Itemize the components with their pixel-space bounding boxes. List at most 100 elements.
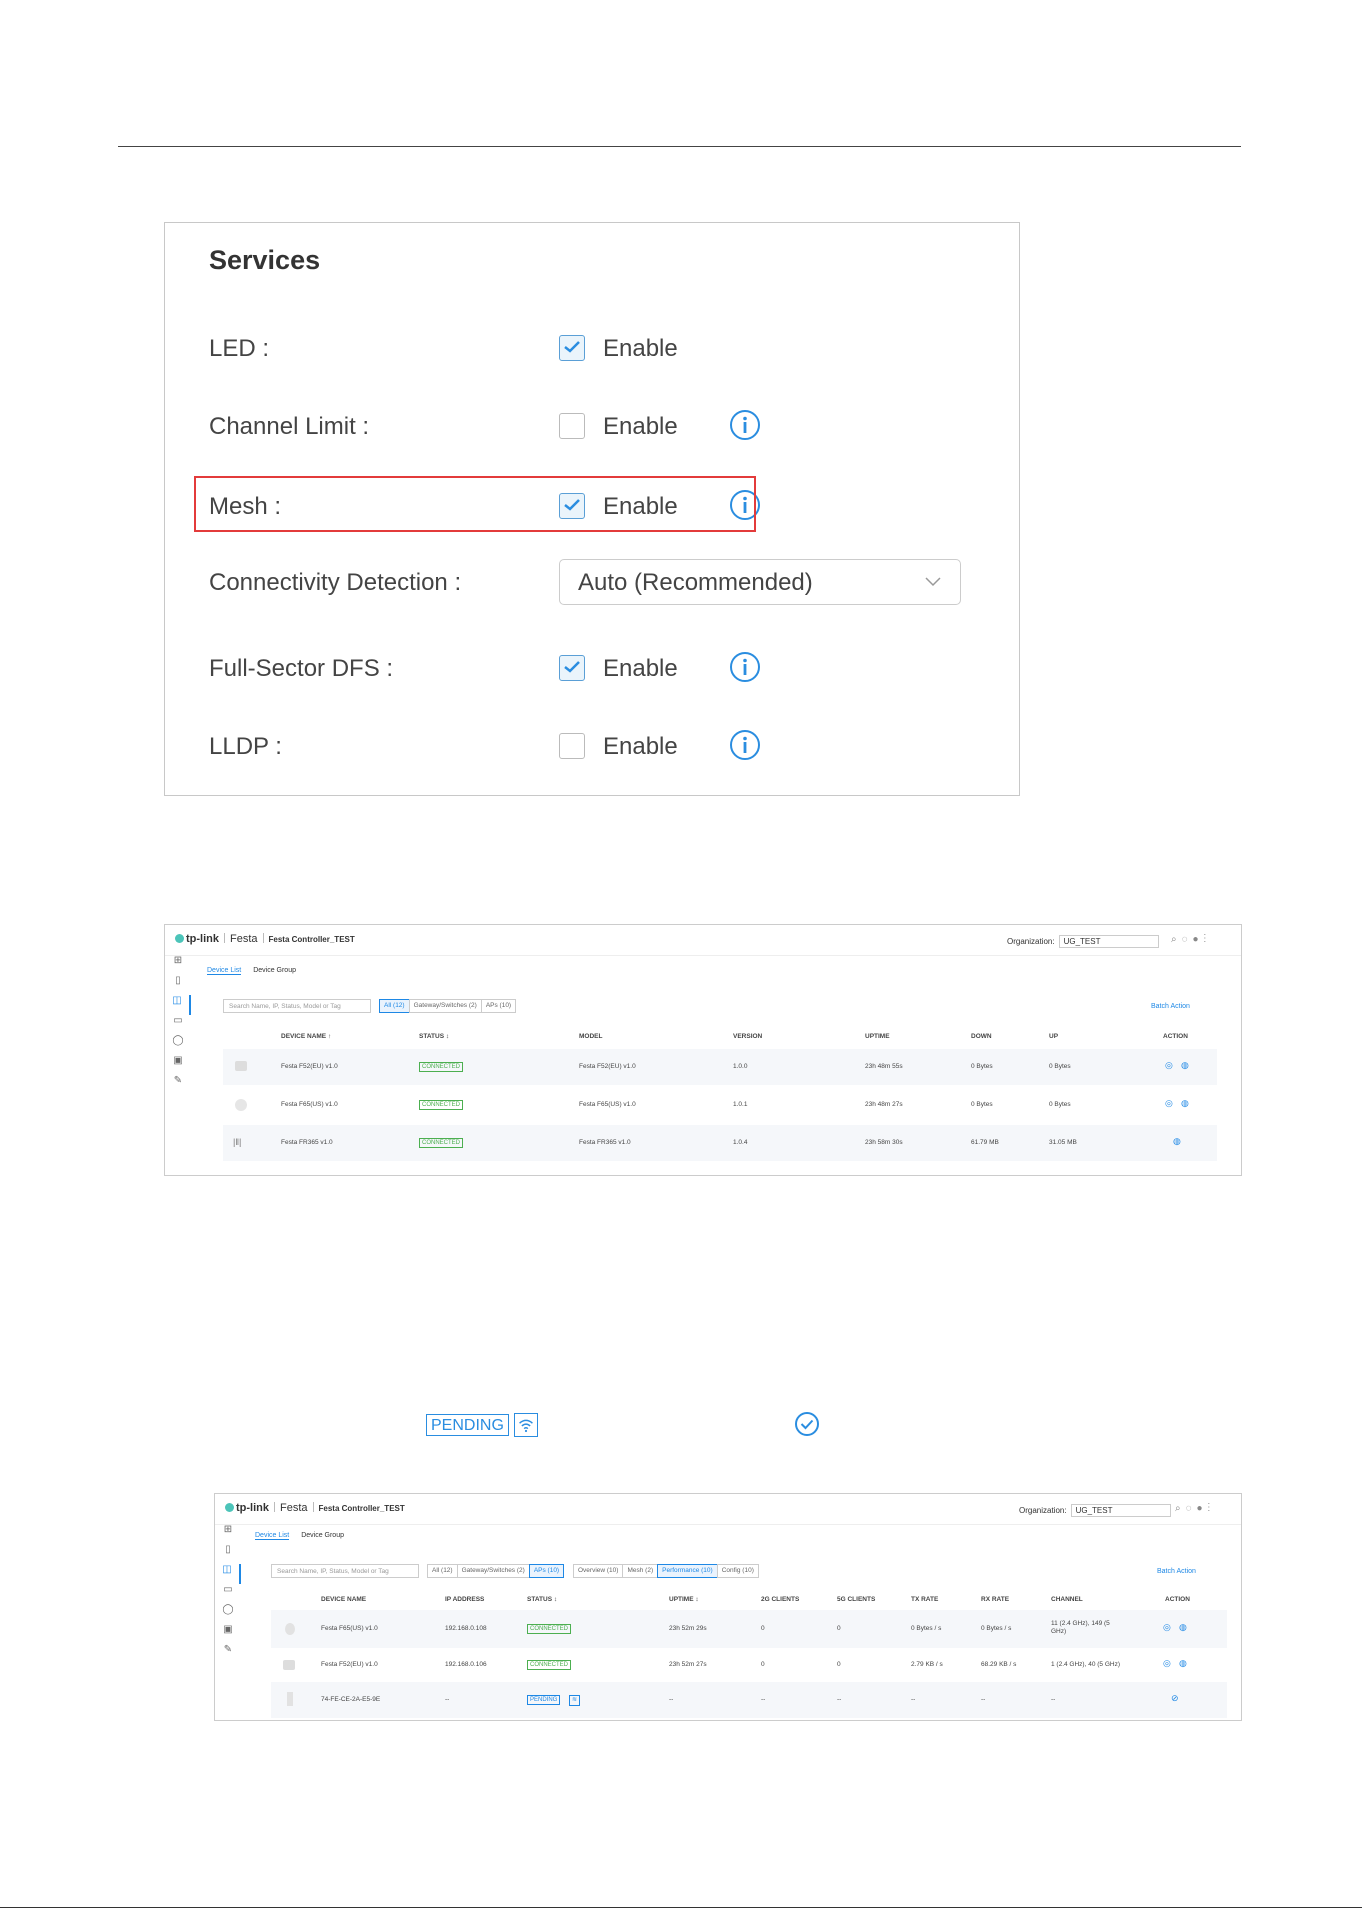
reboot-icon[interactable]: ◍ (1179, 1658, 1187, 1669)
connectivity-select[interactable]: Auto (Recommended) (559, 559, 961, 605)
channel: 1 (2.4 GHz), 40 (5 GHz) (1051, 1661, 1120, 1668)
search-input[interactable]: Search Name, IP, Status, Model or Tag (271, 1564, 419, 1578)
wifi-icon (514, 1413, 538, 1437)
router-icon: |‖| (233, 1137, 242, 1147)
device-icon (287, 1692, 293, 1706)
table-row[interactable]: Festa F52(EU) v1.0 192.168.0.106 CONNECT… (271, 1648, 1227, 1682)
organization-selector[interactable]: Organization: UG_TEST (1019, 1504, 1171, 1517)
status-badge: CONNECTED (527, 1624, 572, 1634)
info-icon[interactable] (729, 729, 761, 761)
tools-icon[interactable]: ✎ (165, 1075, 191, 1095)
calendar-icon[interactable]: ▣ (165, 1055, 191, 1075)
version: 1.0.0 (733, 1063, 748, 1070)
led-checkbox[interactable] (559, 335, 585, 361)
down: 0 Bytes (971, 1063, 993, 1070)
table-row[interactable]: Festa F52(EU) v1.0 CONNECTED Festa F52(E… (223, 1049, 1217, 1085)
col-uptime[interactable]: UPTIME ↕ (669, 1596, 699, 1603)
locate-icon[interactable]: ◎ (1163, 1658, 1171, 1669)
reboot-icon[interactable]: ◍ (1181, 1060, 1189, 1071)
option-label: Enable (603, 335, 678, 362)
monitor-icon[interactable]: ▭ (215, 1584, 241, 1604)
view-mesh[interactable]: Mesh (2) (622, 1564, 659, 1578)
col-action: ACTION (1165, 1596, 1190, 1603)
location-icon[interactable]: ◯ (215, 1604, 241, 1624)
col-rx-rate: RX RATE (981, 1596, 1010, 1603)
filter-all[interactable]: All (12) (427, 1564, 458, 1578)
status-badge: PENDING (527, 1695, 561, 1705)
clients-2g: 0 (761, 1625, 765, 1632)
reboot-icon[interactable]: ◍ (1173, 1136, 1181, 1147)
filter-aps[interactable]: APs (10) (480, 999, 517, 1013)
channel-limit-checkbox[interactable] (559, 413, 585, 439)
locate-icon[interactable]: ◎ (1163, 1622, 1171, 1633)
reboot-icon[interactable]: ◍ (1179, 1622, 1187, 1633)
tabs: Device List Device Group (255, 1532, 354, 1540)
option-label: Enable (603, 733, 678, 760)
calendar-icon[interactable]: ▣ (215, 1624, 241, 1644)
uptime: 23h 52m 27s (669, 1661, 707, 1668)
col-status[interactable]: STATUS ↕ (419, 1033, 449, 1040)
col-up: UP (1049, 1033, 1059, 1040)
header-icons[interactable]: ⌕◌●⋮ (1171, 934, 1211, 945)
dfs-checkbox[interactable] (559, 655, 585, 681)
col-device-name[interactable]: DEVICE NAME ↑ (281, 1033, 331, 1040)
col-model: MODEL (579, 1033, 603, 1040)
view-config[interactable]: Config (10) (716, 1564, 759, 1578)
dashboard-icon[interactable]: ⊞ (165, 955, 191, 975)
tab-device-group[interactable]: Device Group (301, 1532, 344, 1539)
map-icon[interactable]: ▯ (165, 975, 191, 995)
filter-aps[interactable]: APs (10) (528, 1564, 565, 1578)
rx-rate: 68.29 KB / s (981, 1661, 1017, 1668)
info-icon[interactable] (729, 409, 761, 441)
adopt-icon[interactable]: ⊘ (1171, 1693, 1179, 1704)
devices-icon[interactable]: ◫ (165, 995, 191, 1015)
version: 1.0.1 (733, 1101, 748, 1108)
service-label: Full-Sector DFS : (209, 655, 394, 682)
location-icon[interactable]: ◯ (165, 1035, 191, 1055)
service-label: LED : (209, 335, 270, 362)
col-uptime: UPTIME (865, 1033, 890, 1040)
view-overview[interactable]: Overview (10) (573, 1564, 624, 1578)
search-input[interactable]: Search Name, IP, Status, Model or Tag (223, 999, 371, 1013)
filter-all[interactable]: All (12) (379, 999, 410, 1013)
map-icon[interactable]: ▯ (215, 1544, 241, 1564)
top-rule (118, 146, 1241, 147)
header-icons[interactable]: ⌕◌●⋮ (1175, 1503, 1215, 1514)
col-tx-rate: TX RATE (911, 1596, 939, 1603)
dashboard-icon[interactable]: ⊞ (215, 1524, 241, 1544)
tab-device-group[interactable]: Device Group (253, 967, 296, 974)
tab-device-list[interactable]: Device List (255, 1532, 290, 1540)
uptime: 23h 52m 29s (669, 1625, 707, 1632)
table-row[interactable]: |‖| Festa FR365 v1.0 CONNECTED Festa FR3… (223, 1125, 1217, 1161)
info-icon[interactable] (729, 651, 761, 683)
tx-rate: -- (911, 1696, 916, 1703)
down: 0 Bytes (971, 1101, 993, 1108)
ip-address: 192.168.0.106 (445, 1661, 487, 1668)
clients-2g: 0 (761, 1661, 765, 1668)
option-label: Enable (603, 655, 678, 682)
col-status[interactable]: STATUS ↕ (527, 1596, 557, 1603)
batch-action-button[interactable]: Batch Action (1157, 1568, 1196, 1575)
table-row[interactable]: Festa F65(US) v1.0 CONNECTED Festa F65(U… (223, 1085, 1217, 1125)
monitor-icon[interactable]: ▭ (165, 1015, 191, 1035)
uptime: -- (669, 1696, 674, 1703)
status-badge: CONNECTED (527, 1660, 572, 1670)
filter-gateway[interactable]: Gateway/Switches (2) (408, 999, 482, 1013)
reboot-icon[interactable]: ◍ (1181, 1098, 1189, 1109)
view-performance[interactable]: Performance (10) (657, 1564, 718, 1578)
table-row[interactable]: 74-FE-CE-2A-E5-9E -- PENDING ≋ -- -- -- … (271, 1682, 1227, 1718)
locate-icon[interactable]: ◎ (1165, 1060, 1173, 1071)
ip-address: 192.168.0.108 (445, 1625, 487, 1632)
devices-icon[interactable]: ◫ (215, 1564, 241, 1584)
organization-selector[interactable]: Organization: UG_TEST (1007, 935, 1159, 948)
locate-icon[interactable]: ◎ (1165, 1098, 1173, 1109)
tools-icon[interactable]: ✎ (215, 1644, 241, 1664)
batch-action-button[interactable]: Batch Action (1151, 1003, 1190, 1010)
device-name: Festa F65(US) v1.0 (321, 1625, 378, 1632)
controller-screenshot-2: tp-link Festa Festa Controller_TEST Organi… (214, 1493, 1242, 1721)
tabs: Device List Device Group (207, 967, 306, 975)
tab-device-list[interactable]: Device List (207, 967, 242, 975)
table-row[interactable]: Festa F65(US) v1.0 192.168.0.108 CONNECT… (271, 1610, 1227, 1648)
filter-gateway[interactable]: Gateway/Switches (2) (456, 1564, 530, 1578)
lldp-checkbox[interactable] (559, 733, 585, 759)
